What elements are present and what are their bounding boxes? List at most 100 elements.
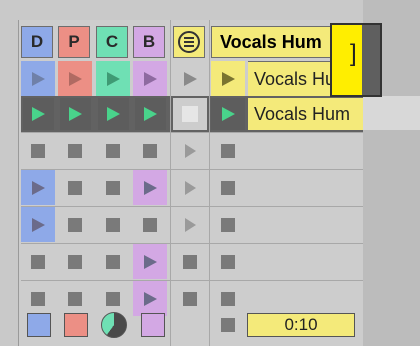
track-color-b[interactable]: [141, 313, 165, 337]
play-icon: [68, 71, 82, 86]
clip-slot-r5-c4[interactable]: [133, 207, 167, 242]
clip-slot-r3-c4[interactable]: [133, 133, 167, 168]
clip-slot-r4-c6[interactable]: [211, 170, 245, 205]
play-icon: [143, 71, 157, 86]
stop-icon: [143, 217, 157, 232]
clip-slot-r3-c5[interactable]: [173, 133, 207, 168]
stop-icon: [183, 254, 197, 269]
slot-c-1[interactable]: [96, 61, 130, 96]
clip-track-title: Vocals Hum: [220, 31, 322, 52]
master-header[interactable]: [173, 26, 205, 58]
scrollbar-handle[interactable]: [362, 23, 382, 97]
track-color-p[interactable]: [64, 313, 88, 337]
clip-slot-r3-c1[interactable]: [21, 133, 55, 168]
track-header-d[interactable]: D: [21, 26, 53, 58]
play-icon: [31, 217, 45, 232]
play-icon: [184, 217, 196, 232]
stop-icon: [31, 291, 45, 306]
stop-all-icon[interactable]: [221, 318, 235, 332]
clip-2[interactable]: Vocals Hum: [248, 98, 363, 130]
clip-slot-r5-c3[interactable]: [96, 207, 130, 242]
clip-slot-r4-c2[interactable]: [58, 170, 92, 205]
clip-slot-r3-c2[interactable]: [58, 133, 92, 168]
stop-icon: [221, 291, 235, 306]
scene-launch-1[interactable]: [173, 61, 207, 96]
slot-b-1[interactable]: [133, 61, 167, 96]
stop-icon: [106, 217, 120, 232]
stop-icon: [31, 254, 45, 269]
stop-icon: [221, 217, 235, 232]
slot-d-2[interactable]: [23, 98, 54, 130]
play-icon: [144, 107, 157, 121]
stop-icon: [68, 254, 82, 269]
stop-icon: [221, 143, 235, 158]
track-color-d[interactable]: [27, 313, 51, 337]
stop-icon: [182, 106, 198, 122]
slot-p-2[interactable]: [60, 98, 91, 130]
stop-icon: [106, 291, 120, 306]
clip-slot-r7-c6[interactable]: [211, 281, 245, 316]
clip-slot-r6-c1[interactable]: [21, 244, 55, 279]
divider: [170, 20, 171, 346]
stop-icon: [68, 217, 82, 232]
slot-d-1[interactable]: [21, 61, 55, 96]
clip-slot-r3-c3[interactable]: [96, 133, 130, 168]
play-icon: [143, 254, 157, 269]
track-header-p[interactable]: P: [58, 26, 90, 58]
track-header-c[interactable]: C: [96, 26, 128, 58]
play-icon: [32, 107, 45, 121]
clip-slot-r7-c1[interactable]: [21, 281, 55, 316]
clip-slot-r4-c5[interactable]: [173, 170, 207, 205]
stop-icon: [68, 291, 82, 306]
play-icon: [184, 143, 196, 158]
clip-slot-r3-c6[interactable]: [211, 133, 245, 168]
time-display: 0:10: [247, 313, 355, 337]
row-divider: [21, 243, 363, 244]
play-icon: [107, 107, 120, 121]
clip-progress-c: [101, 312, 127, 338]
clip-slot-r4-c4[interactable]: [133, 170, 167, 205]
clip-slot-r6-c4[interactable]: [133, 244, 167, 279]
play-icon: [69, 107, 82, 121]
play-icon: [143, 180, 157, 195]
clip-slot-r5-c5[interactable]: [173, 207, 207, 242]
play-icon: [184, 180, 196, 195]
clip-slot-r5-c2[interactable]: [58, 207, 92, 242]
row-divider: [21, 280, 363, 281]
play-icon: [31, 71, 45, 86]
play-icon: [143, 291, 157, 306]
stop-icon: [68, 143, 82, 158]
stop-button[interactable]: [173, 98, 207, 130]
row-divider: [21, 206, 363, 207]
text-cursor-icon: ]: [350, 40, 357, 67]
clip-slot-r6-c3[interactable]: [96, 244, 130, 279]
clip-launch-2[interactable]: [211, 98, 245, 130]
row-divider: [21, 169, 363, 170]
stop-icon: [106, 143, 120, 158]
play-icon: [221, 107, 235, 121]
stop-icon: [31, 143, 45, 158]
play-icon: [106, 71, 120, 86]
slot-b-2[interactable]: [135, 98, 166, 130]
clip-slot-r7-c4[interactable]: [133, 281, 167, 316]
row-highlight: [363, 96, 420, 130]
clip-slot-r7-c3[interactable]: [96, 281, 130, 316]
track-header-b[interactable]: B: [133, 26, 165, 58]
clip-slot-r5-c1[interactable]: [21, 207, 55, 242]
slot-p-1[interactable]: [58, 61, 92, 96]
row-divider: [21, 132, 363, 133]
clip-slot-r6-c6[interactable]: [211, 244, 245, 279]
clip-slot-r5-c6[interactable]: [211, 207, 245, 242]
clip-slot-r6-c2[interactable]: [58, 244, 92, 279]
stop-icon: [106, 180, 120, 195]
slot-c-2[interactable]: [98, 98, 129, 130]
stop-icon: [68, 180, 82, 195]
menu-icon: [178, 31, 200, 53]
clip-slot-r7-c5[interactable]: [173, 281, 207, 316]
divider: [209, 20, 210, 346]
clip-slot-r7-c2[interactable]: [58, 281, 92, 316]
clip-slot-r4-c1[interactable]: [21, 170, 55, 205]
clip-slot-r4-c3[interactable]: [96, 170, 130, 205]
clip-launch-1[interactable]: [211, 61, 245, 96]
clip-slot-r6-c5[interactable]: [173, 244, 207, 279]
